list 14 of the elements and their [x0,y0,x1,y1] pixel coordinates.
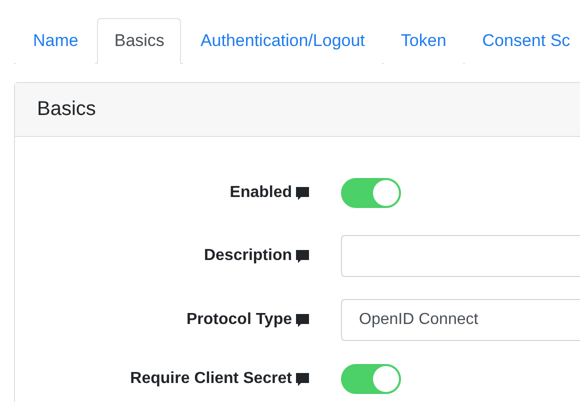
field-label: Description [204,247,292,265]
comment-icon [296,372,309,386]
toggle-switch[interactable] [341,364,401,394]
card-title: Basics [37,98,96,121]
comment-icon [296,250,309,262]
tab[interactable]: Basics [97,18,182,64]
comment-icon [296,314,309,326]
comment-icon [296,186,309,200]
field-label: Require Client Secret [130,370,292,388]
toggle-switch[interactable] [341,178,401,208]
input-field[interactable] [341,235,580,277]
field-label: Enabled [230,184,292,202]
field-label: Protocol Type [186,311,292,329]
select-field[interactable]: OpenID Connect [341,299,580,341]
